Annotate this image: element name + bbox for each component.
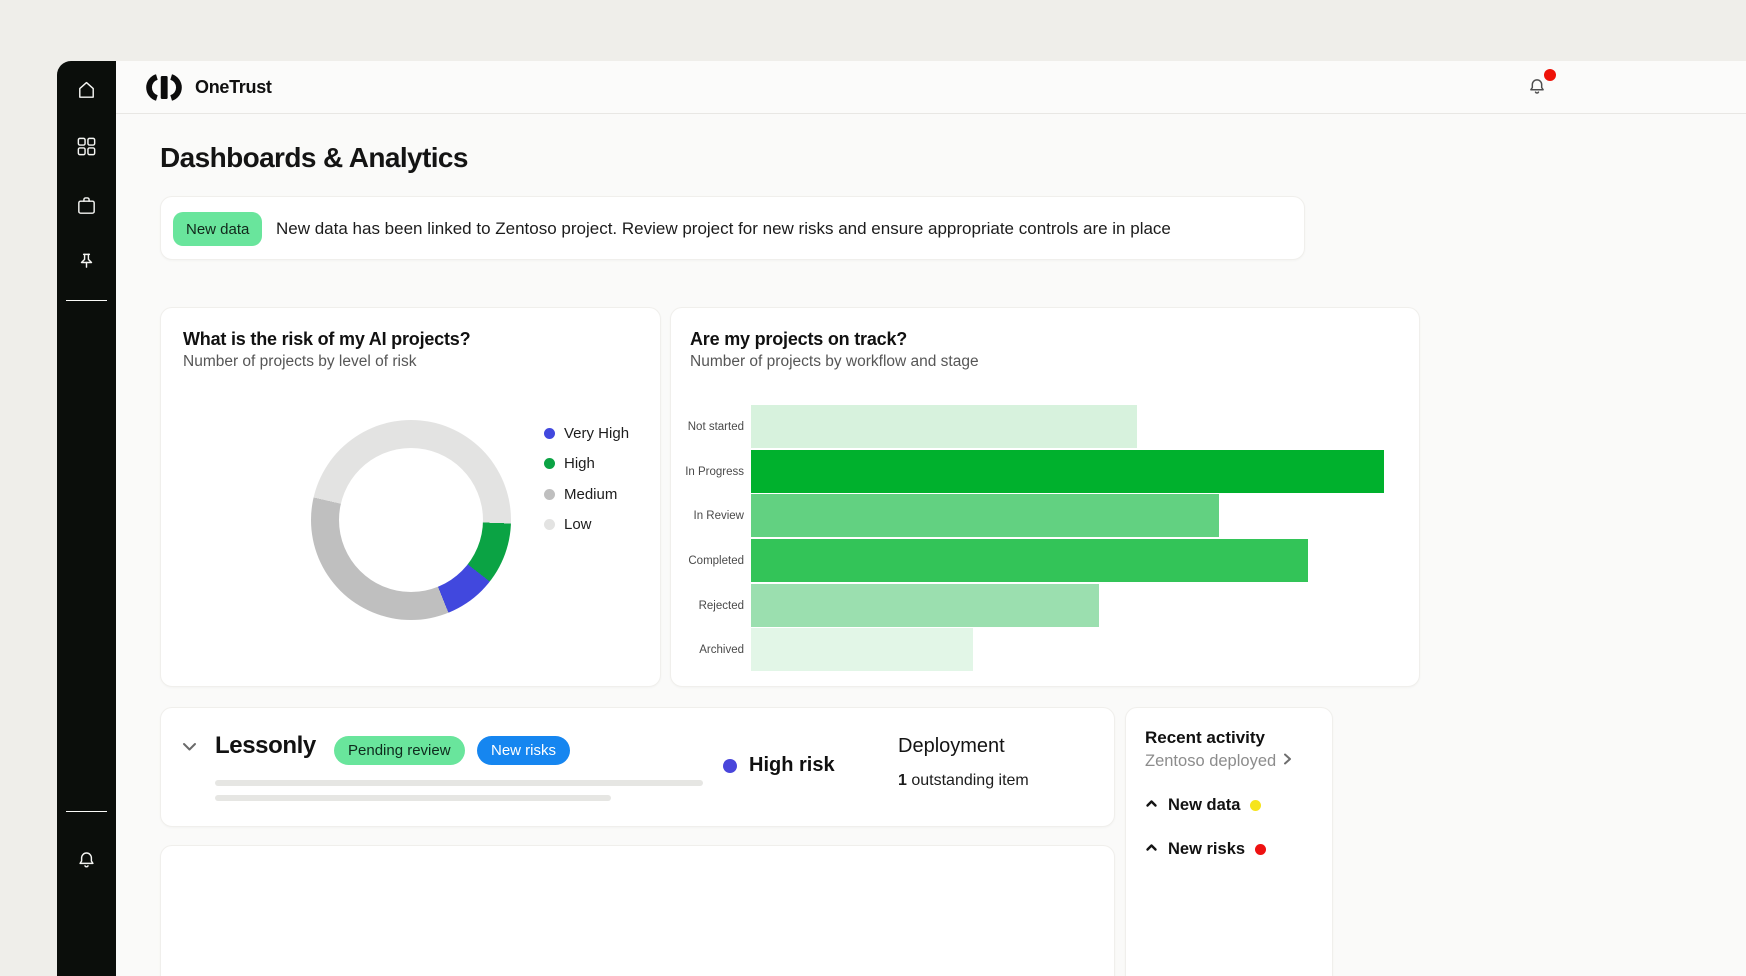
bar-in-review: [751, 494, 1219, 537]
bar-track: [751, 450, 1384, 493]
activity-item-new-risks[interactable]: New risks: [1145, 840, 1266, 859]
bar-archived: [751, 628, 973, 671]
notification-alert-dot: [1544, 69, 1556, 81]
bar-track: [751, 539, 1384, 582]
bar-row: In Progress: [671, 450, 1419, 493]
activity-status-dot-yellow: [1250, 800, 1261, 811]
risk-chart-card: What is the risk of my AI projects? Numb…: [160, 307, 661, 687]
top-header: OneTrust: [116, 61, 1746, 114]
legend-dot-low: [544, 519, 555, 530]
sidebar-item-pinned[interactable]: [75, 253, 98, 276]
banner-message: New data has been linked to Zentoso proj…: [276, 197, 1171, 261]
expand-project-button[interactable]: [181, 738, 198, 755]
activity-label: New data: [1168, 796, 1240, 815]
bar-in-progress: [751, 450, 1384, 493]
briefcase-icon: [75, 194, 98, 222]
bar-label: Archived: [671, 628, 744, 671]
bar-label: In Progress: [671, 450, 744, 493]
legend-dot-high: [544, 458, 555, 469]
bar-not-started: [751, 405, 1137, 448]
bell-icon: [75, 849, 98, 877]
sidebar-item-projects[interactable]: [75, 196, 98, 219]
bar-label: Completed: [671, 539, 744, 582]
legend-item: High: [544, 449, 629, 480]
pin-icon: [75, 251, 98, 279]
onetrust-logo-icon: [143, 74, 185, 101]
bar-label: In Review: [671, 494, 744, 537]
legend-label: Low: [564, 516, 592, 533]
outstanding-suffix: outstanding item: [907, 772, 1029, 789]
page-title: Dashboards & Analytics: [160, 142, 468, 174]
activity-status-dot-red: [1255, 844, 1266, 855]
chart-title: What is the risk of my AI projects?: [183, 329, 470, 350]
legend-label: Very High: [564, 425, 629, 442]
recent-activity-subtitle: Zentoso deployed: [1145, 752, 1276, 771]
activity-label: New risks: [1168, 840, 1245, 859]
apps-grid-icon: [75, 135, 98, 163]
home-icon: [75, 78, 98, 106]
status-badge-pending-review: Pending review: [334, 736, 465, 765]
status-badge-new-risks: New risks: [477, 736, 570, 765]
chevron-right-icon: [1280, 752, 1294, 771]
legend-item: Very High: [544, 418, 629, 449]
bar-completed: [751, 539, 1308, 582]
chart-title: Are my projects on track?: [690, 329, 907, 350]
sidebar-divider-top: [66, 300, 107, 301]
brand-name: OneTrust: [195, 77, 272, 98]
activity-item-new-data[interactable]: New data: [1145, 796, 1261, 815]
sidebar-item-home[interactable]: [75, 80, 98, 103]
notification-banner: New data New data has been linked to Zen…: [160, 196, 1305, 260]
recent-activity-panel: Recent activity Zentoso deployed New dat…: [1125, 707, 1333, 976]
bar-track: [751, 405, 1384, 448]
donut-legend: Very High High Medium Low: [544, 418, 629, 540]
bar-row: Completed: [671, 539, 1419, 582]
skeleton-line: [215, 795, 611, 801]
outstanding-count: 1: [898, 772, 907, 789]
bar-row: Not started: [671, 405, 1419, 448]
risk-level-label: High risk: [749, 754, 835, 777]
bar-row: In Review: [671, 494, 1419, 537]
risk-level-dot: [723, 759, 737, 773]
legend-label: High: [564, 455, 595, 472]
recent-activity-link[interactable]: Zentoso deployed: [1145, 752, 1294, 771]
project-row-lessonly: Lessonly Pending review New risks High r…: [160, 707, 1115, 827]
chart-subtitle: Number of projects by workflow and stage: [690, 353, 979, 371]
bar-track: [751, 628, 1384, 671]
bar-track: [751, 584, 1384, 627]
sidebar-item-apps[interactable]: [75, 137, 98, 160]
skeleton-line: [215, 780, 703, 786]
legend-item: Low: [544, 510, 629, 541]
sidebar: [57, 61, 116, 976]
bar-label: Rejected: [671, 584, 744, 627]
main-content: Dashboards & Analytics New data New data…: [116, 114, 1746, 976]
bar-row: Archived: [671, 628, 1419, 671]
bar-rejected: [751, 584, 1099, 627]
new-data-badge: New data: [173, 212, 262, 246]
project-row-next: [160, 845, 1115, 976]
chevron-up-icon: [1145, 797, 1158, 815]
legend-label: Medium: [564, 486, 617, 503]
legend-dot-medium: [544, 489, 555, 500]
chevron-up-icon: [1145, 841, 1158, 859]
outstanding-items: 1 outstanding item: [898, 772, 1029, 790]
sidebar-divider-bottom: [66, 811, 107, 812]
sidebar-item-notifications[interactable]: [75, 851, 98, 874]
chart-subtitle: Number of projects by level of risk: [183, 353, 416, 371]
page: OneTrust Dashboards & Analytics New data…: [0, 0, 1746, 976]
bar-row: Rejected: [671, 584, 1419, 627]
legend-dot-very-high: [544, 428, 555, 439]
project-name: Lessonly: [215, 732, 316, 760]
bar-track: [751, 494, 1384, 537]
stage-label: Deployment: [898, 735, 1005, 758]
notifications-button[interactable]: [1526, 76, 1548, 98]
bell-icon: [1526, 85, 1548, 102]
risk-donut: [311, 420, 511, 620]
workflow-chart-card: Are my projects on track? Number of proj…: [670, 307, 1420, 687]
legend-item: Medium: [544, 479, 629, 510]
recent-activity-title: Recent activity: [1145, 728, 1265, 748]
chevron-down-icon: [181, 742, 198, 759]
brand: OneTrust: [143, 74, 272, 101]
bar-label: Not started: [671, 405, 744, 448]
